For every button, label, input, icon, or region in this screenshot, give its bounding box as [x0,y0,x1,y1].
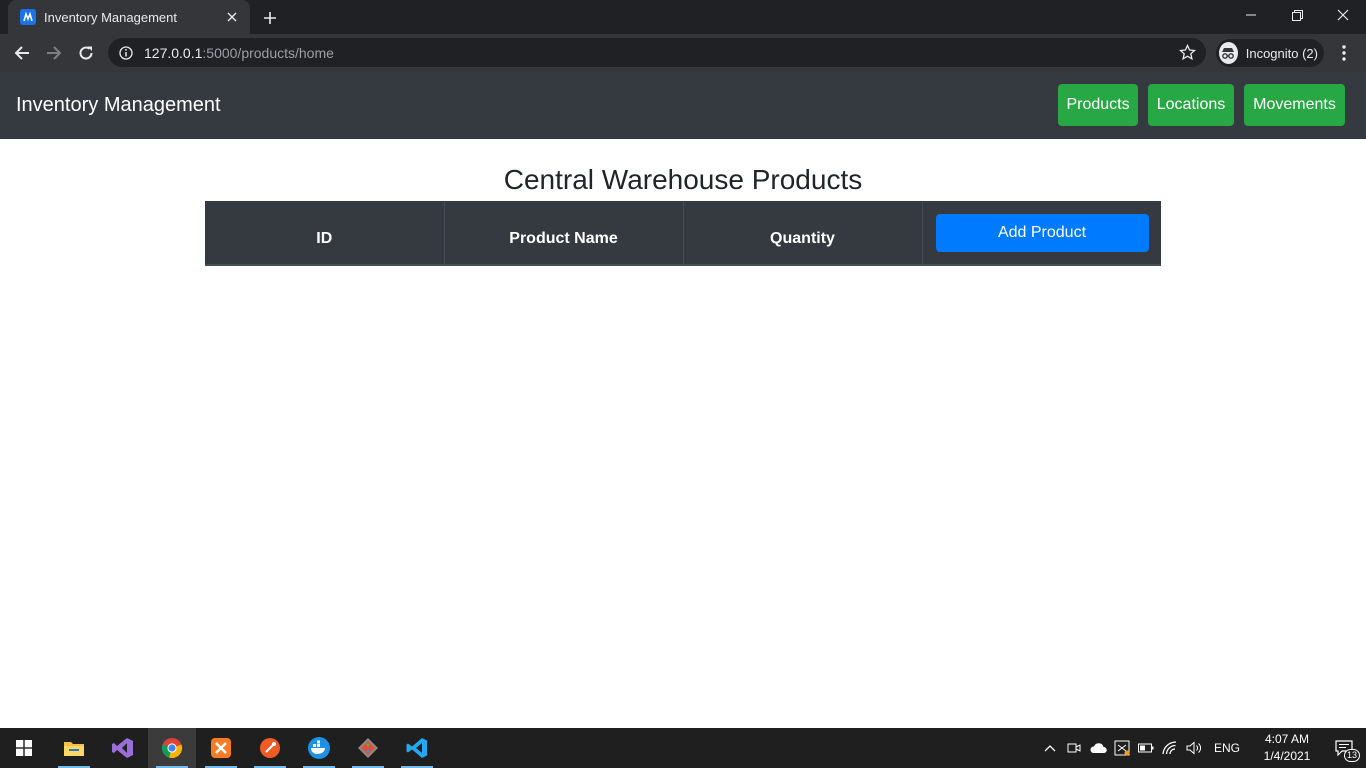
navbar-brand[interactable]: Inventory Management [16,94,221,117]
start-icon[interactable] [0,728,48,768]
browser-tab-strip: Inventory Management [0,0,1366,34]
site-info-icon[interactable] [118,45,134,61]
postman-icon[interactable] [246,728,294,768]
xampp-icon[interactable] [197,728,245,768]
show-hidden-icons-chevron-icon[interactable] [1038,728,1062,768]
visual-studio-icon[interactable] [99,728,147,768]
xampp-tray-icon[interactable] [1110,728,1134,768]
nav-products-button[interactable]: Products [1058,84,1138,126]
bookmark-star-icon[interactable] [1178,43,1197,61]
clock-date: 1/4/2021 [1263,749,1311,763]
nav-locations-button[interactable]: Locations [1148,84,1234,126]
file-explorer-icon[interactable] [50,728,98,768]
navbar-links: Products Locations Movements [1058,84,1345,126]
vscode-icon[interactable] [393,728,441,768]
browser-toolbar: 127.0.0.1:5000/products/home Incognito (… [0,34,1366,72]
windows-taskbar: ENG 4:07 AM 1/4/2021 13 [0,728,1366,768]
page-title: Central Warehouse Products [503,164,863,195]
incognito-icon [1219,42,1238,64]
column-header-quantity: Quantity [683,201,923,264]
column-header-product-name: Product Name [444,201,684,264]
column-header-actions: Add Product [922,201,1161,264]
docker-icon[interactable] [295,728,343,768]
url-text: 127.0.0.1:5000/products/home [144,45,334,61]
table-header-row: ID Product Name Quantity Add Product [205,201,1161,264]
url-host: 127.0.0.1 [144,44,203,61]
tab-title: Inventory Management [44,9,177,25]
onedrive-cloud-icon[interactable] [1086,728,1110,768]
browser-menu-icon[interactable] [1334,40,1354,66]
tab-close-icon[interactable] [224,9,240,25]
close-window-icon[interactable] [1320,0,1366,30]
restore-icon[interactable] [1274,0,1320,30]
action-center-icon[interactable]: 13 [1322,728,1366,768]
products-table: ID Product Name Quantity Add Product [205,201,1161,266]
notification-count-badge: 13 [1343,749,1360,762]
new-tab-icon[interactable] [260,8,280,28]
browser-tab[interactable]: Inventory Management [8,0,250,34]
add-product-button[interactable]: Add Product [935,214,1149,252]
products-table-grid: ID Product Name Quantity Add Product [205,201,1161,264]
wifi-icon[interactable] [1158,728,1182,768]
volume-icon[interactable] [1182,728,1206,768]
reload-icon[interactable] [72,39,100,67]
window-controls [1228,0,1366,30]
battery-icon[interactable] [1134,728,1158,768]
column-header-id: ID [205,201,445,264]
nav-movements-button[interactable]: Movements [1244,84,1345,126]
minimize-icon[interactable] [1228,0,1274,30]
git-icon[interactable] [344,728,392,768]
meet-now-icon[interactable] [1062,728,1086,768]
site-favicon-icon [20,9,36,25]
incognito-label: Incognito (2) [1245,45,1318,61]
forward-arrow-icon[interactable] [40,39,68,67]
incognito-profile-button[interactable]: Incognito (2) [1216,39,1324,67]
system-tray: ENG 4:07 AM 1/4/2021 13 [1038,728,1366,768]
chrome-icon[interactable] [148,728,196,768]
clock-time: 4:07 AM [1264,732,1310,746]
app-navbar: Inventory Management Products Locations … [0,72,1366,139]
address-bar[interactable]: 127.0.0.1:5000/products/home [108,38,1206,67]
taskbar-clock[interactable]: 4:07 AM 1/4/2021 [1252,731,1322,765]
url-path: :5000/products/home [202,44,334,61]
input-language-indicator[interactable]: ENG [1206,741,1252,755]
back-arrow-icon[interactable] [8,39,36,67]
